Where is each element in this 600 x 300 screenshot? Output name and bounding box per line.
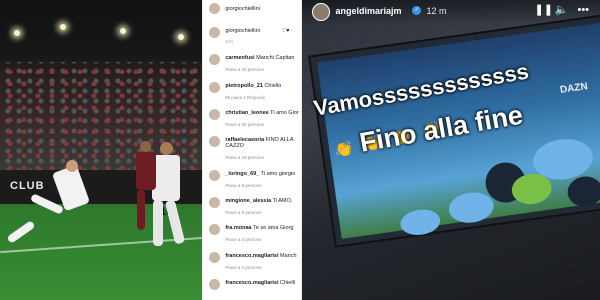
comment-text: pietropollo_21 Chiello bbox=[225, 83, 282, 89]
stadium-light bbox=[14, 30, 20, 36]
comment-meta: Piace a 9 persone bbox=[225, 183, 262, 188]
avatar[interactable] bbox=[209, 3, 221, 14]
stadium-light bbox=[178, 34, 184, 40]
mute-icon[interactable]: 🔈 bbox=[554, 4, 568, 16]
story-time: 12 m bbox=[426, 6, 447, 16]
comment-text: christian_leonee Ti amo Gior bbox=[225, 110, 299, 116]
pitch-line bbox=[0, 236, 203, 254]
avatar[interactable] bbox=[209, 136, 221, 147]
avatar[interactable] bbox=[209, 109, 221, 120]
story-viewer[interactable]: DAZN Vamosssssssssssss 👏 👏 👏 👏 Fino alla… bbox=[302, 0, 600, 300]
comment-meta: Piace a 2 persone bbox=[225, 265, 262, 270]
comment-meta: Mi piace 1 Rispondi bbox=[225, 95, 265, 100]
avatar[interactable] bbox=[209, 197, 221, 208]
comment-text: mingione_alessia Ti AMO, bbox=[225, 198, 293, 204]
comment-meta: Piace a 18 persone bbox=[225, 155, 265, 160]
ad-board-text: CLUB bbox=[10, 180, 45, 192]
caption-meta: 4 m bbox=[225, 39, 233, 44]
stadium-light bbox=[120, 28, 126, 34]
comment-text: francesco.magliarisi Chielli bbox=[225, 280, 296, 286]
avatar[interactable] bbox=[209, 279, 221, 290]
avatar[interactable] bbox=[209, 82, 221, 93]
pause-icon[interactable]: ❚❚ bbox=[534, 4, 552, 16]
comment-text: fra.monaa Te se ama Giorg bbox=[225, 225, 294, 231]
comment-text: _loringo_69_ Ti amo giorgio bbox=[225, 171, 296, 177]
story-username[interactable]: angeldimariajm bbox=[335, 6, 401, 16]
header-username[interactable]: giorgiochiellini bbox=[225, 6, 260, 12]
comment-meta: Piace a 3 persone bbox=[225, 237, 262, 242]
avatar[interactable] bbox=[209, 170, 221, 181]
comment-text: carmenfusi Manchi Capitan bbox=[225, 55, 295, 61]
heart-emoji-icon: ♡♥ bbox=[281, 28, 290, 34]
comment-meta: Piace a 5 persone bbox=[225, 210, 262, 215]
comments-panel: giorgiochiellini giorgiochiellini ♡♥ 4 m… bbox=[202, 0, 303, 300]
comment-text: francesco.magliarisi Manch bbox=[225, 253, 297, 259]
more-icon[interactable]: ••• bbox=[577, 4, 589, 16]
avatar[interactable] bbox=[209, 27, 221, 38]
match-photo: CLUB 10 bbox=[0, 0, 203, 300]
comment-text: raffaelecasoria FINO ALLA CAZZO bbox=[225, 137, 294, 149]
stadium-light bbox=[60, 24, 66, 30]
avatar[interactable] bbox=[209, 252, 221, 263]
caption-username[interactable]: giorgiochiellini bbox=[225, 28, 260, 34]
clap-emoji-icon: 👏 bbox=[334, 141, 354, 158]
avatar[interactable] bbox=[209, 224, 221, 235]
comment-meta: Piace a 30 persone bbox=[225, 122, 265, 127]
avatar[interactable] bbox=[209, 54, 221, 65]
comment-meta: Piace a 20 persone bbox=[225, 67, 265, 72]
